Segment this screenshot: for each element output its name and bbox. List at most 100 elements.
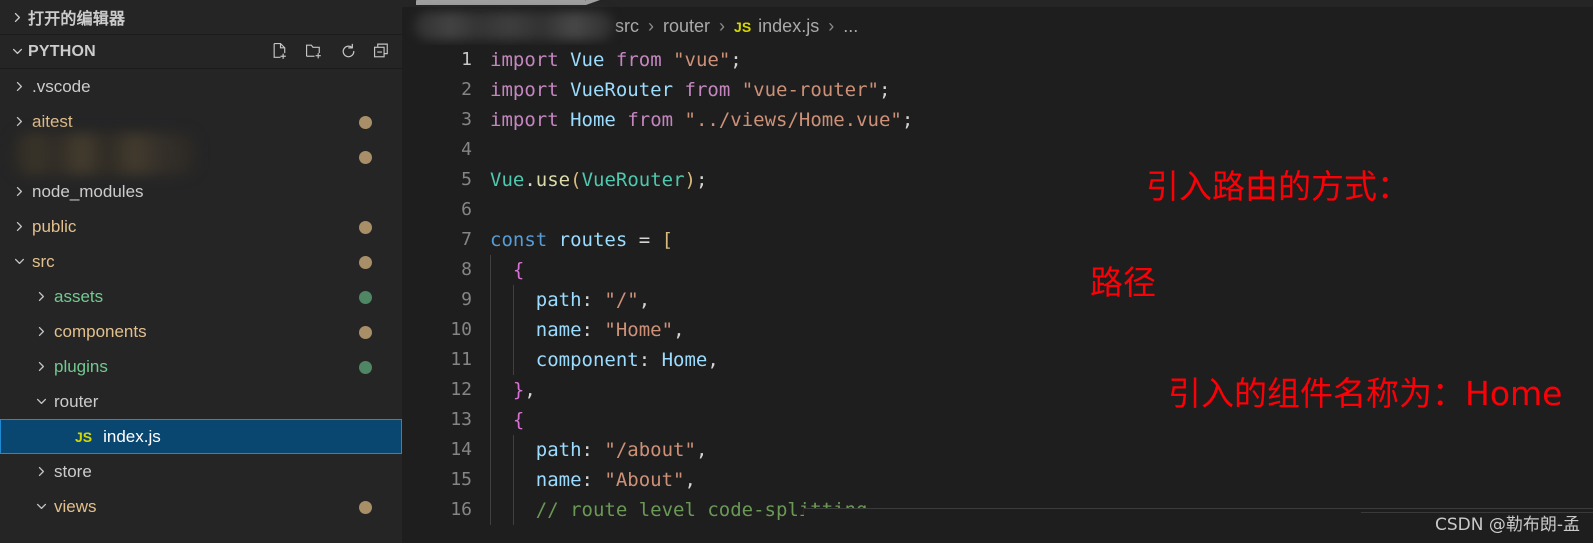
git-status-dot: [359, 115, 372, 129]
tree-item-folder[interactable]: plugins: [0, 349, 402, 384]
code-line[interactable]: 5 Vue.use(VueRouter);: [402, 165, 1593, 195]
code-token: VueRouter: [581, 169, 685, 191]
code-token: :: [581, 289, 605, 311]
breadcrumb-item[interactable]: src: [615, 16, 639, 36]
code-token: import: [490, 79, 559, 101]
explorer-actions: [270, 35, 392, 68]
code-line[interactable]: 14 path: "/about",: [402, 435, 1593, 465]
tree-item-folder[interactable]: router: [0, 384, 402, 419]
code-line-text: import Home from "../views/Home.vue";: [490, 105, 913, 135]
tree-item-label: src: [32, 251, 55, 271]
code-token: import: [490, 109, 559, 131]
tree-item-label: public: [32, 216, 77, 236]
code-line[interactable]: 4: [402, 135, 1593, 165]
chevron-right-icon: [8, 80, 30, 93]
code-line-text: path: "/about",: [490, 435, 708, 465]
active-tab[interactable]: [416, 0, 600, 5]
chevron-right-icon: [8, 220, 30, 233]
chevron-right-icon: [6, 11, 28, 24]
git-status-dot: [359, 325, 372, 339]
code-line[interactable]: 3 import Home from "../views/Home.vue";: [402, 105, 1593, 135]
code-token: path: [535, 289, 582, 311]
code-token: Vue: [490, 169, 525, 191]
code-line[interactable]: 2 import VueRouter from "vue-router";: [402, 75, 1593, 105]
js-file-icon: JS: [734, 18, 752, 35]
code-token: from: [615, 49, 662, 71]
code-line-text: {: [490, 405, 524, 435]
code-line[interactable]: 7 const routes = [: [402, 225, 1593, 255]
code-editor[interactable]: 1 import Vue from "vue"; 2 import VueRouter…: [402, 45, 1593, 525]
line-number: 9: [461, 289, 472, 310]
annotation-component-name: 引入的组件名称为：Home: [1168, 374, 1563, 413]
line-number: 1: [461, 49, 472, 70]
git-status-dot: [359, 255, 372, 269]
code-token: use: [535, 169, 571, 191]
code-line[interactable]: 9 path: "/",: [402, 285, 1593, 315]
tree-item-folder[interactable]: .vscode: [0, 69, 402, 104]
code-line[interactable]: 15 name: "About",: [402, 465, 1593, 495]
git-status-dot: [359, 290, 372, 304]
breadcrumb-item[interactable]: index.js: [758, 16, 819, 36]
line-number: 15: [450, 469, 472, 490]
tree-item-label: .vscode: [32, 76, 91, 96]
tree-item-folder[interactable]: public: [0, 209, 402, 244]
code-token: "vue-router": [741, 79, 879, 101]
code-token: const: [490, 229, 548, 251]
open-editors-pane-header[interactable]: 打开的编辑器: [0, 0, 402, 34]
code-line-text: import Vue from "vue";: [490, 45, 742, 75]
new-folder-icon[interactable]: [304, 42, 324, 62]
tree-item-selected[interactable]: JS index.js: [0, 419, 402, 454]
chevron-right-icon: [8, 115, 30, 128]
code-token: .: [524, 169, 536, 191]
explorer-pane-header[interactable]: PYTHON: [0, 34, 402, 69]
code-token: "Home": [604, 319, 674, 341]
code-line[interactable]: 6: [402, 195, 1593, 225]
new-file-icon[interactable]: [270, 42, 290, 62]
line-number: 8: [461, 259, 472, 280]
breadcrumb-item[interactable]: ...: [843, 16, 858, 36]
line-number: 2: [461, 79, 472, 100]
editor-area: src › router › JS index.js ›... 1 import Vue fr…: [402, 0, 1593, 543]
tree-item-folder[interactable]: assets: [0, 279, 402, 314]
breadcrumb-separator-icon: ›: [828, 15, 835, 36]
tree-item-folder[interactable]: [0, 133, 402, 175]
line-number: 4: [461, 139, 472, 160]
chevron-down-icon: [30, 500, 52, 513]
git-status-dot: [359, 360, 372, 374]
code-line[interactable]: 1 import Vue from "vue";: [402, 45, 1593, 75]
tree-item-label: components: [54, 321, 147, 341]
collapse-all-icon[interactable]: [372, 42, 392, 62]
code-line[interactable]: 10 name: "Home",: [402, 315, 1593, 345]
tree-item-folder[interactable]: components: [0, 314, 402, 349]
code-token: ,: [695, 439, 708, 461]
tree-item-folder[interactable]: src: [0, 244, 402, 279]
code-line-text: },: [490, 375, 536, 405]
line-number: 10: [450, 319, 472, 340]
code-line-text: Vue.use(VueRouter);: [490, 165, 707, 195]
breadcrumb-item[interactable]: router: [663, 16, 710, 36]
code-token: "/about": [604, 439, 696, 461]
code-token: ;: [730, 49, 742, 71]
file-tree: .vscode aitest node_modules public src assets…: [0, 69, 402, 524]
tree-item-label: node_modules: [32, 181, 144, 201]
chevron-right-icon: [30, 465, 52, 478]
code-token: :: [581, 469, 605, 491]
tree-item-folder[interactable]: views: [0, 489, 402, 524]
line-number: 13: [450, 409, 472, 430]
code-line-text: path: "/",: [490, 285, 650, 315]
code-token: ,: [638, 289, 651, 311]
code-line[interactable]: 8 {: [402, 255, 1593, 285]
code-token: ;: [879, 79, 891, 101]
code-token: VueRouter: [570, 79, 674, 101]
tree-item-folder[interactable]: store: [0, 454, 402, 489]
tree-item-folder[interactable]: node_modules: [0, 174, 402, 209]
code-token: path: [535, 439, 582, 461]
code-token: "About": [604, 469, 685, 491]
line-number: 12: [450, 379, 472, 400]
refresh-icon[interactable]: [338, 42, 358, 62]
